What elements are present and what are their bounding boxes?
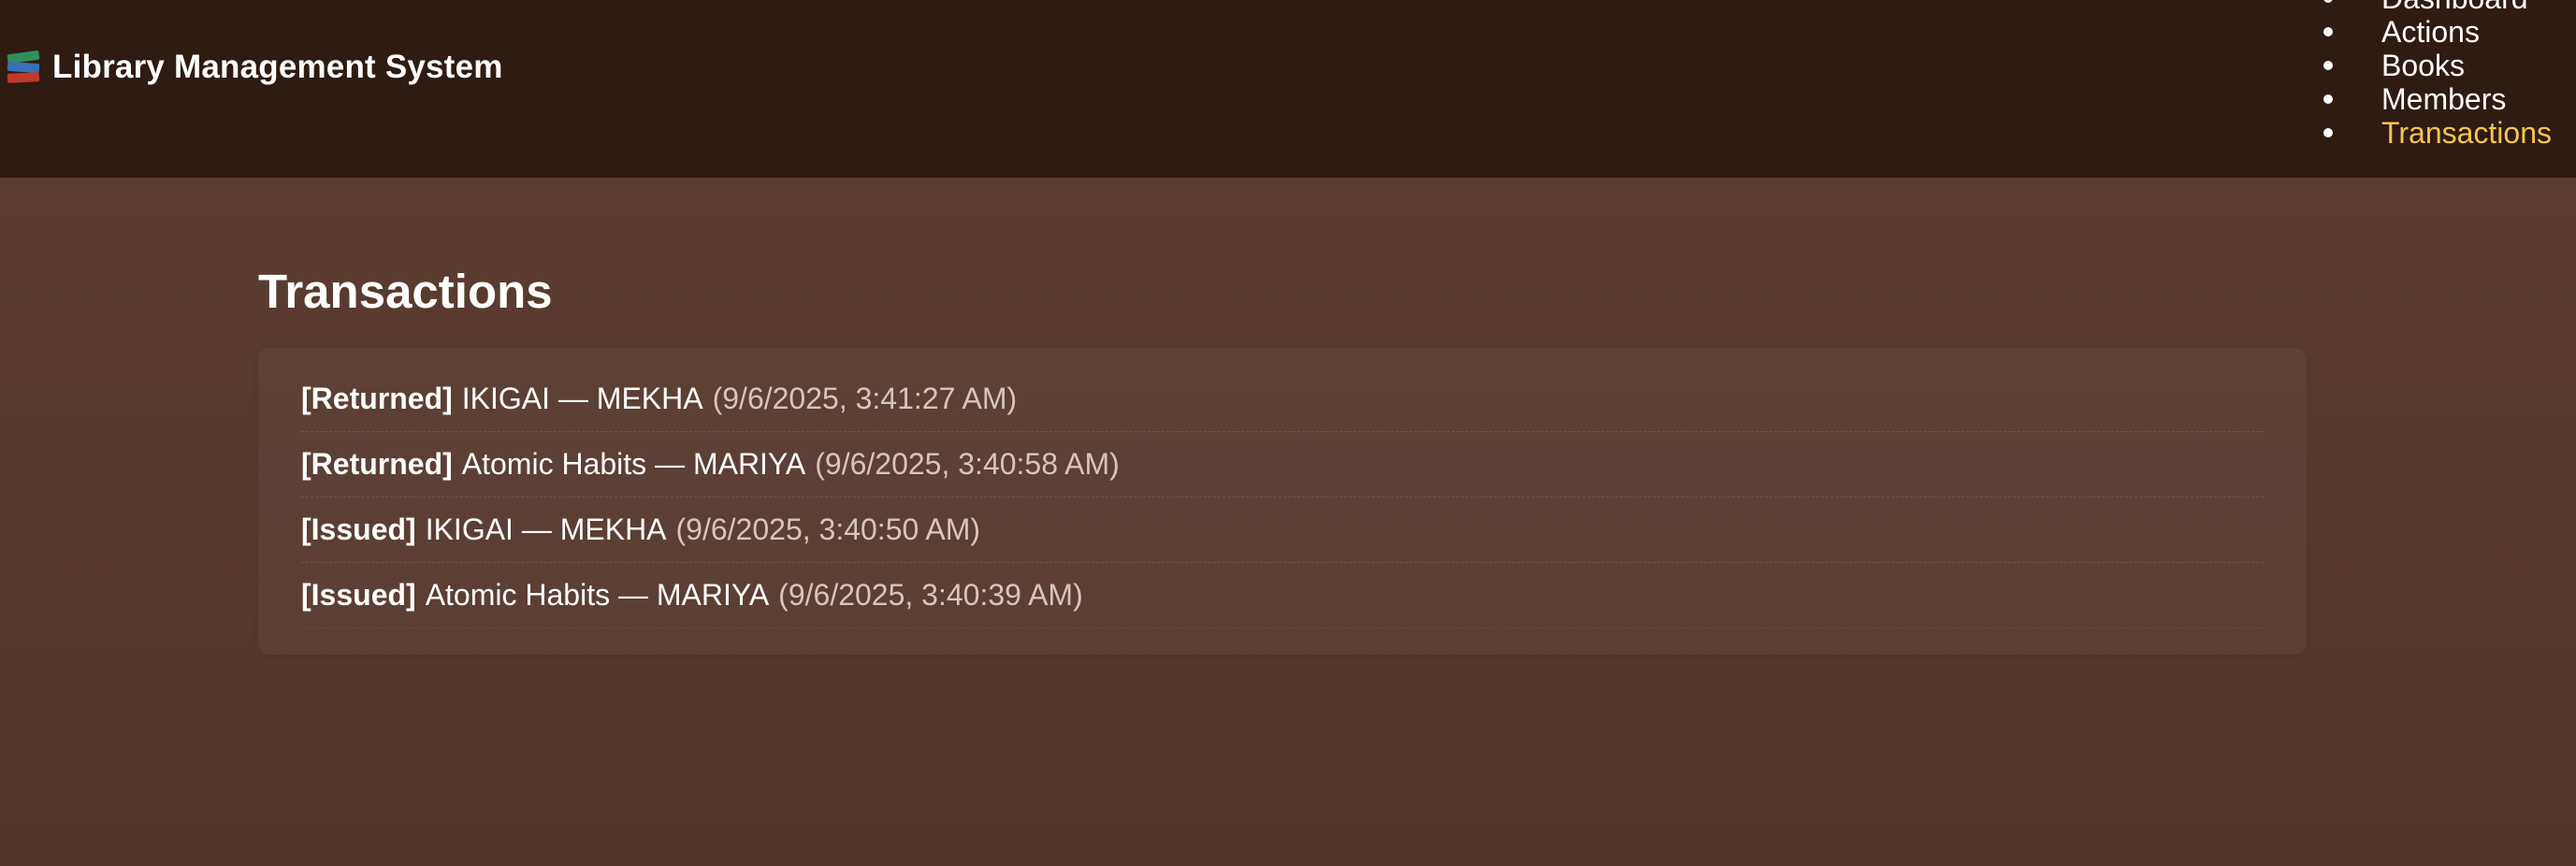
nav-item-actions[interactable]: Actions (2318, 15, 2576, 49)
main-content: Transactions [Returned] IKIGAI — MEKHA (… (258, 253, 2307, 655)
transaction-status: [Returned] (301, 382, 453, 415)
nav-item-transactions[interactable]: Transactions (2318, 116, 2576, 150)
nav-item-members[interactable]: Members (2318, 82, 2576, 116)
transaction-item: [Issued] Atomic Habits — MARIYA (9/6/202… (301, 563, 2264, 628)
transactions-list: [Returned] IKIGAI — MEKHA (9/6/2025, 3:4… (301, 367, 2264, 628)
bullet-icon (2323, 94, 2333, 104)
transactions-card: [Returned] IKIGAI — MEKHA (9/6/2025, 3:4… (258, 348, 2307, 655)
main-nav: Dashboard Actions Books Members Transact… (2318, 0, 2576, 150)
app-title: Library Management System (52, 49, 503, 85)
transaction-status: [Issued] (301, 578, 416, 612)
page-title: Transactions (258, 265, 553, 318)
transaction-timestamp: (9/6/2025, 3:40:50 AM) (675, 512, 981, 546)
nav-item-dashboard[interactable]: Dashboard (2318, 0, 2576, 15)
transaction-item: [Returned] Atomic Habits — MARIYA (9/6/2… (301, 432, 2264, 498)
transaction-timestamp: (9/6/2025, 3:40:58 AM) (815, 447, 1120, 481)
transaction-description: IKIGAI — MEKHA (461, 382, 703, 415)
nav-item-books[interactable]: Books (2318, 49, 2576, 82)
transaction-timestamp: (9/6/2025, 3:40:39 AM) (778, 578, 1083, 612)
bullet-icon (2323, 61, 2333, 70)
nav-item-label: Members (2381, 81, 2507, 116)
nav-item-label: Actions (2381, 14, 2480, 49)
transaction-description: Atomic Habits — MARIYA (425, 578, 770, 612)
bullet-icon (2323, 128, 2333, 137)
top-header: Library Management System Dashboard Acti… (0, 0, 2576, 178)
transaction-timestamp: (9/6/2025, 3:41:27 AM) (712, 382, 1018, 415)
nav-item-label: Books (2381, 48, 2465, 82)
bullet-icon (2323, 27, 2333, 36)
transaction-status: [Issued] (301, 512, 416, 546)
transaction-item: [Returned] IKIGAI — MEKHA (9/6/2025, 3:4… (301, 367, 2264, 432)
nav-item-label: Dashboard (2381, 0, 2528, 16)
bullet-icon (2323, 0, 2333, 3)
nav-item-label: Transactions (2381, 115, 2552, 150)
transaction-status: [Returned] (301, 447, 453, 481)
transaction-description: IKIGAI — MEKHA (425, 512, 667, 546)
transaction-description: Atomic Habits — MARIYA (461, 447, 806, 481)
brand[interactable]: Library Management System (6, 47, 503, 88)
books-icon (6, 49, 43, 86)
transaction-item: [Issued] IKIGAI — MEKHA (9/6/2025, 3:40:… (301, 498, 2264, 563)
